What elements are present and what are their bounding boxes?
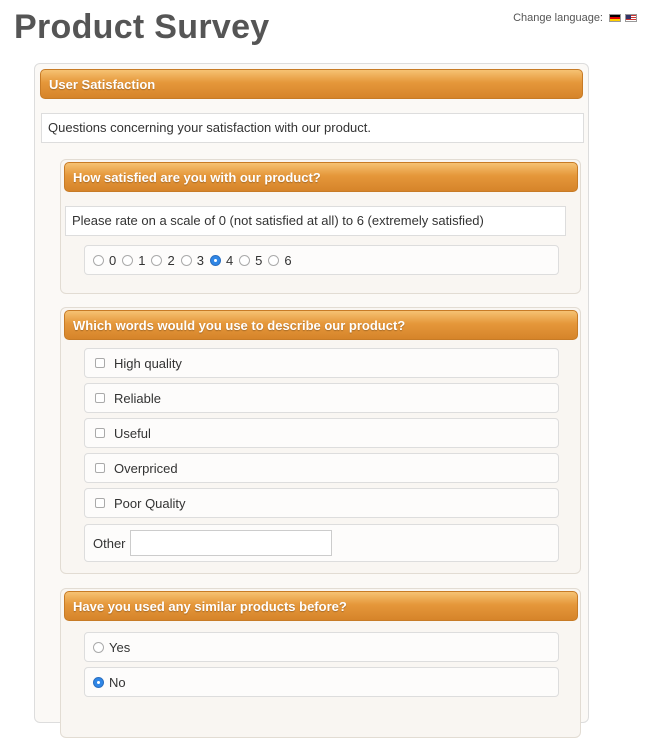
question-satisfaction-description: Please rate on a scale of 0 (not satisfi…: [65, 206, 566, 236]
change-language-label: Change language:: [513, 12, 603, 24]
rating-option-6[interactable]: 6: [268, 253, 292, 268]
rating-option-0[interactable]: 0: [93, 253, 116, 268]
section-description: Questions concerning your satisfaction w…: [41, 113, 584, 143]
checkbox-option-reliable[interactable]: Reliable: [84, 383, 559, 413]
checkbox-option-high-quality[interactable]: High quality: [84, 348, 559, 378]
question-describe-header: Which words would you use to describe ou…: [64, 310, 578, 340]
radio-0[interactable]: [93, 254, 104, 266]
radio-option-yes[interactable]: Yes: [84, 632, 559, 662]
rating-option-5[interactable]: 5: [239, 253, 262, 268]
rating-scale: 0 1 2 3 4 5 6: [84, 245, 559, 275]
question-satisfaction-header: How satisfied are you with our product?: [64, 162, 578, 192]
radio-2[interactable]: [151, 254, 163, 266]
question-describe: Which words would you use to describe ou…: [60, 307, 581, 574]
rating-option-3[interactable]: 3: [180, 253, 204, 268]
radio-option-no[interactable]: No: [84, 667, 559, 697]
english-flag-icon[interactable]: [625, 14, 637, 22]
radio-3[interactable]: [180, 254, 192, 266]
rating-option-4[interactable]: 4: [209, 253, 233, 268]
user-satisfaction-section: User Satisfaction Questions concerning y…: [34, 63, 589, 738]
other-label: Other: [93, 535, 126, 551]
checkbox[interactable]: [95, 393, 105, 403]
section-header: User Satisfaction: [40, 69, 583, 99]
checkbox[interactable]: [95, 358, 105, 368]
radio-4[interactable]: [209, 254, 221, 266]
page-title: Product Survey: [14, 8, 270, 46]
checkbox[interactable]: [95, 428, 105, 438]
radio-no[interactable]: [93, 676, 104, 688]
radio-5[interactable]: [239, 254, 251, 266]
checkbox-option-overpriced[interactable]: Overpriced: [84, 453, 559, 483]
other-input[interactable]: [129, 530, 332, 556]
radio-6[interactable]: [268, 254, 280, 266]
question-similar-products-header: Have you used any similar products befor…: [64, 591, 578, 621]
radio-yes[interactable]: [93, 641, 104, 653]
checkbox-option-useful[interactable]: Useful: [84, 418, 559, 448]
checkbox-option-poor-quality[interactable]: Poor Quality: [84, 488, 559, 518]
question-similar-products: Have you used any similar products befor…: [60, 588, 581, 738]
rating-option-1[interactable]: 1: [122, 253, 145, 268]
checkbox[interactable]: [95, 463, 105, 473]
radio-1[interactable]: [122, 254, 134, 266]
other-option: Other: [84, 524, 559, 562]
language-switcher: Change language:: [513, 12, 637, 24]
checkbox[interactable]: [95, 498, 105, 508]
german-flag-icon[interactable]: [609, 14, 621, 22]
question-satisfaction: How satisfied are you with our product? …: [60, 159, 581, 294]
rating-option-2[interactable]: 2: [151, 253, 175, 268]
